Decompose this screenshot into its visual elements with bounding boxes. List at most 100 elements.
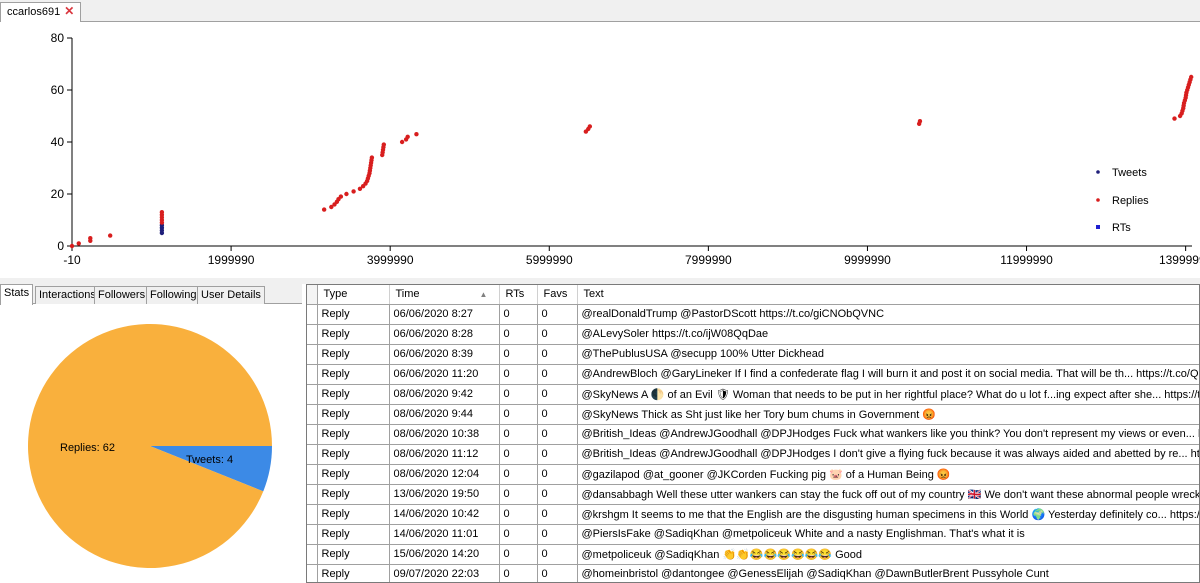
cell-time[interactable]: 06/06/2020 11:20 — [389, 364, 500, 385]
cell-text[interactable]: @krshgm It seems to me that the English … — [577, 504, 1199, 525]
tweets-grid[interactable]: Type Time ▲ RTs Favs Text Reply 06/06/2020… — [306, 284, 1200, 583]
row-selector[interactable] — [307, 344, 318, 365]
cell-time[interactable]: 08/06/2020 11:12 — [389, 444, 500, 465]
cell-text[interactable]: @ThePublusUSA @secupp 100% Utter Dickhea… — [577, 344, 1199, 365]
table-row[interactable]: Reply 08/06/2020 12:04 0 0 @gazilapod @at_go… — [307, 464, 1199, 485]
column-header-rts[interactable]: RTs — [499, 285, 538, 305]
row-selector[interactable] — [307, 544, 318, 565]
close-icon[interactable]: ✕ — [64, 5, 74, 17]
cell-text[interactable]: @ALevySoler https://t.co/ijW08QqDae — [577, 324, 1199, 345]
cell-text[interactable]: @British_Ideas @AndrewJGoodhall @DPJHodg… — [577, 424, 1199, 445]
table-row[interactable]: Reply 06/06/2020 8:28 0 0 @ALevySoler https:… — [307, 324, 1199, 345]
cell-favs[interactable]: 0 — [537, 444, 578, 465]
table-row[interactable]: Reply 06/06/2020 8:39 0 0 @ThePublusUSA @sec… — [307, 344, 1199, 365]
cell-time[interactable]: 08/06/2020 12:04 — [389, 464, 500, 485]
cell-type[interactable]: Reply — [317, 384, 390, 405]
cell-favs[interactable]: 0 — [537, 344, 578, 365]
cell-time[interactable]: 14/06/2020 10:42 — [389, 504, 500, 525]
cell-favs[interactable]: 0 — [537, 384, 578, 405]
cell-type[interactable]: Reply — [317, 444, 390, 465]
cell-rts[interactable]: 0 — [499, 564, 538, 582]
table-row[interactable]: Reply 06/06/2020 11:20 0 0 @AndrewBloch @Gar… — [307, 364, 1199, 385]
cell-favs[interactable]: 0 — [537, 324, 578, 345]
table-row[interactable]: Reply 08/06/2020 9:42 0 0 @SkyNews A 🌓 of an… — [307, 384, 1199, 405]
cell-time[interactable]: 06/06/2020 8:28 — [389, 324, 500, 345]
cell-time[interactable]: 06/06/2020 8:39 — [389, 344, 500, 365]
cell-favs[interactable]: 0 — [537, 404, 578, 425]
cell-rts[interactable]: 0 — [499, 344, 538, 365]
cell-type[interactable]: Reply — [317, 424, 390, 445]
row-selector[interactable] — [307, 464, 318, 485]
cell-text[interactable]: @British_Ideas @AndrewJGoodhall @DPJHodg… — [577, 444, 1199, 465]
table-row[interactable]: Reply 08/06/2020 10:38 0 0 @British_Ideas @A… — [307, 424, 1199, 445]
cell-rts[interactable]: 0 — [499, 324, 538, 345]
table-row[interactable]: Reply 14/06/2020 10:42 0 0 @krshgm It seems … — [307, 504, 1199, 525]
cell-time[interactable]: 14/06/2020 11:01 — [389, 524, 500, 545]
cell-time[interactable]: 13/06/2020 19:50 — [389, 484, 500, 505]
cell-favs[interactable]: 0 — [537, 484, 578, 505]
row-selector[interactable] — [307, 324, 318, 345]
cell-type[interactable]: Reply — [317, 544, 390, 565]
tab-user-details[interactable]: User Details — [197, 286, 265, 304]
tab-followers[interactable]: Followers — [94, 286, 150, 304]
cell-type[interactable]: Reply — [317, 464, 390, 485]
table-row[interactable]: Reply 15/06/2020 14:20 0 0 @metpoliceuk @Sad… — [307, 544, 1199, 565]
column-header-time[interactable]: Time ▲ — [389, 285, 500, 305]
cell-text[interactable]: @dansabbagh Well these utter wankers can… — [577, 484, 1199, 505]
row-selector-header[interactable] — [307, 285, 318, 305]
table-row[interactable]: Reply 06/06/2020 8:27 0 0 @realDonaldTrump @… — [307, 304, 1199, 325]
cell-rts[interactable]: 0 — [499, 504, 538, 525]
cell-rts[interactable]: 0 — [499, 524, 538, 545]
cell-rts[interactable]: 0 — [499, 384, 538, 405]
row-selector[interactable] — [307, 524, 318, 545]
cell-type[interactable]: Reply — [317, 564, 390, 582]
cell-type[interactable]: Reply — [317, 484, 390, 505]
row-selector[interactable] — [307, 304, 318, 325]
cell-rts[interactable]: 0 — [499, 444, 538, 465]
tab-interactions[interactable]: Interactions — [35, 286, 100, 304]
cell-time[interactable]: 08/06/2020 9:42 — [389, 384, 500, 405]
cell-text[interactable]: @PiersIsFake @SadiqKhan @metpoliceuk Whi… — [577, 524, 1199, 545]
row-selector[interactable] — [307, 504, 318, 525]
cell-time[interactable]: 08/06/2020 10:38 — [389, 424, 500, 445]
row-selector[interactable] — [307, 564, 318, 582]
row-selector[interactable] — [307, 444, 318, 465]
tab-stats[interactable]: Stats — [0, 284, 34, 305]
column-header-favs[interactable]: Favs — [537, 285, 578, 305]
cell-type[interactable]: Reply — [317, 524, 390, 545]
row-selector[interactable] — [307, 364, 318, 385]
cell-type[interactable]: Reply — [317, 504, 390, 525]
cell-type[interactable]: Reply — [317, 304, 390, 325]
tab-following[interactable]: Following — [146, 286, 201, 304]
cell-rts[interactable]: 0 — [499, 364, 538, 385]
row-selector[interactable] — [307, 404, 318, 425]
cell-text[interactable]: @gazilapod @at_gooner @JKCorden Fucking … — [577, 464, 1199, 485]
cell-favs[interactable]: 0 — [537, 504, 578, 525]
cell-rts[interactable]: 0 — [499, 544, 538, 565]
cell-rts[interactable]: 0 — [499, 464, 538, 485]
cell-rts[interactable]: 0 — [499, 484, 538, 505]
cell-time[interactable]: 08/06/2020 9:44 — [389, 404, 500, 425]
cell-text[interactable]: @metpoliceuk @SadiqKhan 👏👏😂😂😂😂😂😂 Good — [577, 544, 1199, 565]
cell-favs[interactable]: 0 — [537, 564, 578, 582]
cell-rts[interactable]: 0 — [499, 404, 538, 425]
cell-type[interactable]: Reply — [317, 344, 390, 365]
document-tab[interactable]: ccarlos691 ✕ — [0, 2, 82, 23]
cell-favs[interactable]: 0 — [537, 544, 578, 565]
cell-favs[interactable]: 0 — [537, 524, 578, 545]
row-selector[interactable] — [307, 424, 318, 445]
cell-text[interactable]: @AndrewBloch @GaryLineker If I find a co… — [577, 364, 1199, 385]
cell-text[interactable]: @homeinbristol @dantongee @GenessElijah … — [577, 564, 1199, 582]
cell-time[interactable]: 09/07/2020 22:03 — [389, 564, 500, 582]
row-selector[interactable] — [307, 484, 318, 505]
table-row[interactable]: Reply 08/06/2020 9:44 0 0 @SkyNews Thick as … — [307, 404, 1199, 425]
cell-favs[interactable]: 0 — [537, 304, 578, 325]
cell-type[interactable]: Reply — [317, 404, 390, 425]
cell-favs[interactable]: 0 — [537, 464, 578, 485]
cell-type[interactable]: Reply — [317, 324, 390, 345]
cell-rts[interactable]: 0 — [499, 424, 538, 445]
cell-text[interactable]: @realDonaldTrump @PastorDScott https://t… — [577, 304, 1199, 325]
cell-time[interactable]: 15/06/2020 14:20 — [389, 544, 500, 565]
table-row[interactable]: Reply 09/07/2020 22:03 0 0 @homeinbristol @d… — [307, 564, 1199, 582]
column-header-type[interactable]: Type — [317, 285, 390, 305]
